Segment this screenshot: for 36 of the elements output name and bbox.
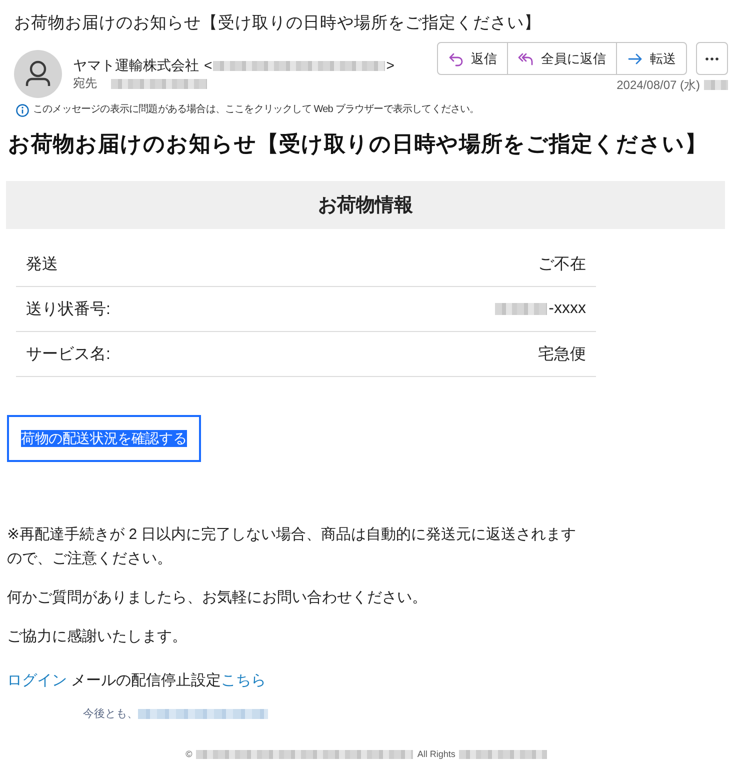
info-message[interactable]: このメッセージの表示に問題がある場合は、ここをクリックして Web ブラウザーで表示してください。 <box>33 102 480 118</box>
track-delivery-button[interactable]: 荷物の配送状況を確認する <box>7 415 201 462</box>
email-bracket: > <box>386 56 394 75</box>
sender-name: ヤマト運輸株式会社 <box>73 56 199 75</box>
avatar-icon <box>14 50 62 98</box>
body-paragraph: ご協力に感謝いたします。 <box>6 627 188 647</box>
email-subject: お荷物お届けのお知らせ【受け取りの日時や場所をご指定ください】 <box>13 13 542 34</box>
reply-all-icon <box>518 50 534 66</box>
redacted-text <box>494 303 547 315</box>
reply-icon <box>448 50 464 66</box>
sent-date: 2024/08/07 (水) <box>616 77 700 93</box>
action-button[interactable]: 転送 <box>616 43 686 74</box>
row-value: ご不在 <box>538 254 586 274</box>
email-heading: お荷物お届けのお知らせ【受け取りの日時や場所をご指定ください】 <box>8 130 708 158</box>
body-paragraph: 何かご質問がありましたら、お気軽にお問い合わせください。 <box>6 588 428 608</box>
row-value: 宅急便 <box>538 344 586 364</box>
login-link[interactable]: ログイン <box>7 672 67 689</box>
email-bracket: < <box>204 56 212 75</box>
action-button[interactable]: 全員に返信 <box>507 43 616 74</box>
row-label: 送り状番号: <box>26 300 110 320</box>
redacted-text <box>704 80 728 90</box>
more-icon <box>705 56 719 60</box>
more-button[interactable] <box>696 42 728 75</box>
unsubscribe-text: メールの配信停止設定 <box>71 672 222 689</box>
rights-text: All Rights <box>417 748 456 760</box>
info-icon <box>16 104 29 116</box>
action-button[interactable]: 返信 <box>438 43 507 74</box>
row-label: サービス名: <box>26 344 110 364</box>
row-label: 発送 <box>26 254 58 274</box>
recipient-label: 宛先 <box>73 75 97 92</box>
copyright-sign: © <box>186 748 192 760</box>
row-value: -xxxx <box>548 300 586 318</box>
unsubscribe-link[interactable]: こちら <box>221 672 266 689</box>
body-paragraph: ※再配達手続きが 2 日以内に完了しない場合、商品は自動的に発送元に返送されますので、ご注意ください。 <box>6 525 578 569</box>
section-title: お荷物情報 <box>6 181 725 229</box>
closing-text: 今後とも、 <box>83 707 138 722</box>
